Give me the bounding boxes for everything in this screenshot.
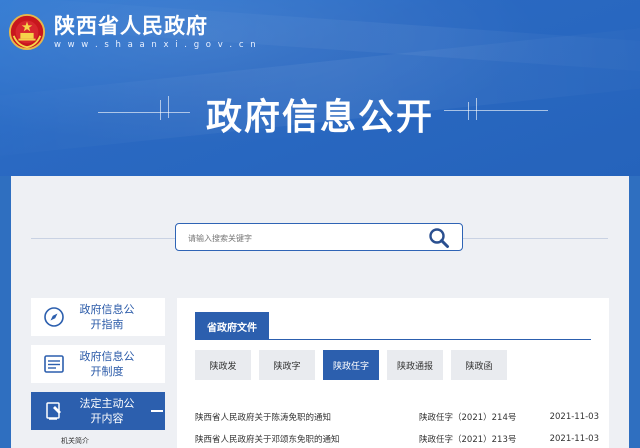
search-icon[interactable]	[428, 227, 450, 249]
national-emblem-icon	[8, 13, 46, 51]
sidebar-item-label: 法定主动公开内容	[79, 397, 135, 425]
sidebar-item-label: 政府信息公开制度	[79, 350, 135, 378]
search-box	[175, 223, 463, 251]
divider	[195, 339, 591, 340]
document-number: 陕政任字（2021）214号	[419, 413, 517, 423]
document-number: 陕政任字（2021）213号	[419, 435, 517, 445]
subtab-shaanzhengtongbao[interactable]: 陕政通报	[387, 350, 443, 380]
document-date: 2021-11-03	[549, 434, 599, 444]
collapse-icon[interactable]	[151, 410, 163, 412]
list-item[interactable]: 陕西省人民政府关于陈涛免职的通知 陕政任字（2021）214号 2021-11-…	[195, 406, 599, 428]
document-date: 2021-11-03	[549, 412, 599, 422]
subtab-shaanzhenghan[interactable]: 陕政函	[451, 350, 507, 380]
header-banner: 陕西省人民政府 w w w . s h a a n x i . g o v . …	[0, 0, 640, 176]
main-panel: 政府信息公开指南 政府信息公开制度 法定主动公开内容	[11, 176, 629, 448]
document-list-icon	[31, 353, 77, 375]
gavel-icon	[31, 400, 77, 422]
sidebar: 政府信息公开指南 政府信息公开制度 法定主动公开内容 机关简介	[31, 298, 165, 446]
subtab-shaanzhengzi[interactable]: 陕政字	[259, 350, 315, 380]
search-input[interactable]	[188, 230, 418, 246]
site-brand[interactable]: 陕西省人民政府 w w w . s h a a n x i . g o v . …	[8, 12, 258, 52]
document-list: 陕西省人民政府关于陈涛免职的通知 陕政任字（2021）214号 2021-11-…	[195, 406, 599, 448]
section-tab[interactable]: 省政府文件	[195, 312, 269, 340]
document-title[interactable]: 陕西省人民政府关于陈涛免职的通知	[195, 411, 419, 423]
divider	[31, 238, 186, 239]
site-title: 陕西省人民政府	[54, 13, 208, 38]
sidebar-subitem[interactable]: 机关简介	[61, 436, 165, 446]
divider	[463, 238, 608, 239]
page-title: 政府信息公开	[205, 97, 434, 138]
sidebar-item-statutory-content[interactable]: 法定主动公开内容	[31, 392, 165, 430]
sidebar-item-disclosure-guide[interactable]: 政府信息公开指南	[31, 298, 165, 336]
list-item[interactable]: 陕西省人民政府关于邓颂东免职的通知 陕政任字（2021）213号 2021-11…	[195, 428, 599, 448]
subtab-shaanzhengrenzi[interactable]: 陕政任字	[323, 350, 379, 380]
sidebar-item-disclosure-rules[interactable]: 政府信息公开制度	[31, 345, 165, 383]
sidebar-item-label: 政府信息公开指南	[79, 303, 135, 331]
content-card: 省政府文件 陕政发 陕政字 陕政任字 陕政通报 陕政函 陕西省人民政府关于陈涛免…	[177, 298, 609, 448]
site-url: w w w . s h a a n x i . g o v . c n	[54, 40, 258, 50]
compass-icon	[31, 306, 77, 328]
subtab-bar: 陕政发 陕政字 陕政任字 陕政通报 陕政函	[195, 350, 515, 380]
document-title[interactable]: 陕西省人民政府关于邓颂东免职的通知	[195, 433, 419, 445]
subtab-shaanzhengfa[interactable]: 陕政发	[195, 350, 251, 380]
